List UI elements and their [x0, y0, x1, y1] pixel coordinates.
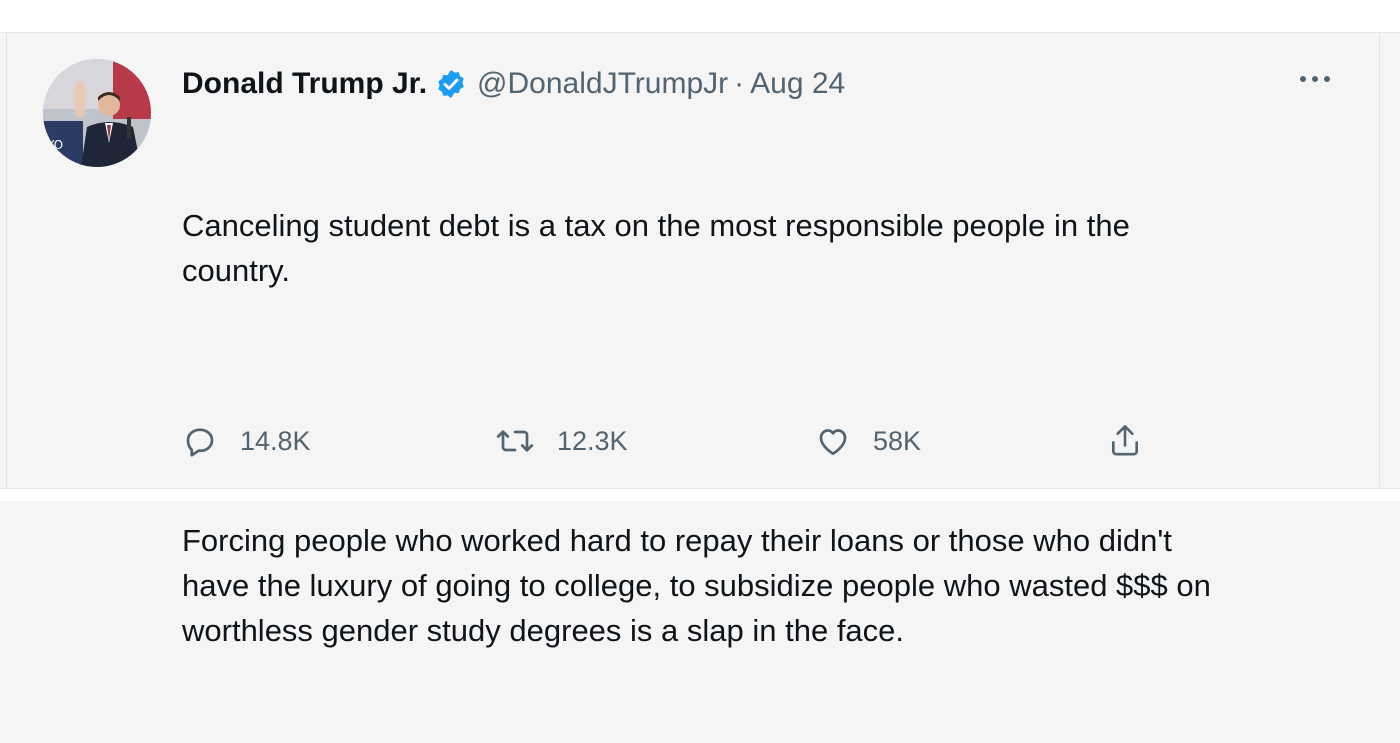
retweet-icon [496, 430, 534, 452]
tweet-actions: 14.8K 12.3K 58K [7, 421, 1207, 461]
profile-photo-icon: YO [43, 59, 151, 167]
tweet-card[interactable]: YO Donald Trump Jr. @DonaldJTrumpJr · Au… [6, 33, 1380, 648]
heart-icon [819, 429, 847, 456]
previous-tweet-edge [0, 0, 1400, 33]
tweet-paragraph-1: Canceling student debt is a tax on the m… [182, 208, 1130, 288]
tweet-date[interactable]: Aug 24 [750, 67, 845, 101]
next-tweet-edge [0, 488, 1400, 501]
reply-button[interactable]: 14.8K [182, 421, 311, 461]
tweet-content: Donald Trump Jr. @DonaldJTrumpJr · Aug 2… [182, 63, 1352, 743]
tweet-header: Donald Trump Jr. @DonaldJTrumpJr · Aug 2… [182, 63, 1352, 105]
reply-count: 14.8K [240, 425, 311, 456]
retweet-button[interactable]: 12.3K [495, 421, 628, 461]
share-icon [1111, 425, 1139, 456]
avatar[interactable]: YO [43, 59, 151, 167]
author-handle[interactable]: @DonaldJTrumpJr [477, 67, 728, 101]
tweet-paragraph-2: Forcing people who worked hard to repay … [182, 523, 1211, 648]
svg-text:YO: YO [46, 138, 63, 152]
author-name[interactable]: Donald Trump Jr. [182, 67, 427, 101]
share-button[interactable] [1107, 421, 1165, 461]
verified-badge-icon [438, 70, 464, 98]
like-button[interactable]: 58K [815, 421, 921, 461]
retweet-count: 12.3K [557, 425, 628, 456]
like-count: 58K [873, 425, 922, 456]
reply-icon [186, 428, 214, 457]
header-separator: · [734, 67, 745, 100]
